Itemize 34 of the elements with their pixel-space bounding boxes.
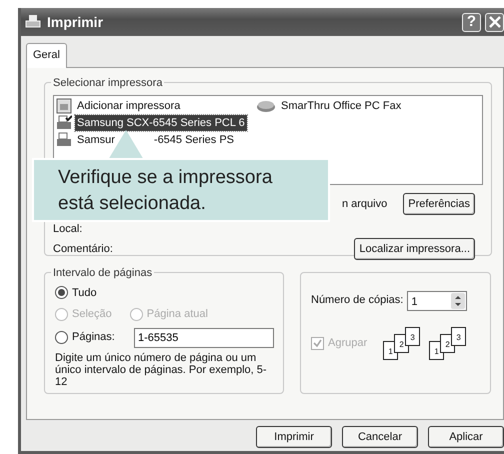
help-button[interactable]: ?: [462, 12, 481, 32]
window-title: Imprimir: [47, 12, 104, 32]
fax-icon: [256, 99, 276, 113]
printer-item[interactable]: Samsung SCX-6545 Series PCL 6: [75, 114, 247, 132]
printer-icon: [56, 132, 72, 148]
find-printer-button[interactable]: Localizar impressora...: [354, 238, 475, 260]
page-sheet: 3: [405, 326, 420, 346]
tab[interactable]: Geral: [26, 43, 67, 68]
radio-label[interactable]: Tudo: [72, 284, 97, 301]
dialog-button[interactable]: Imprimir: [256, 426, 332, 448]
group-title: Intervalo de páginas: [51, 264, 154, 281]
printer-item[interactable]: SmarThru Office PC Fax: [279, 98, 404, 114]
page-sheet: 3: [451, 326, 466, 346]
hint-text: Digite um único número de página ou um único intervalo de páginas. Por exemplo, 5-12: [55, 352, 268, 388]
comment-label: Comentário:: [53, 242, 113, 256]
printer-item[interactable]: Adicionar impressora: [75, 98, 182, 114]
dialog-button[interactable]: Cancelar: [342, 426, 418, 448]
print-to-file-label: n arquivo: [342, 196, 388, 212]
location-label: Local:: [53, 223, 82, 235]
close-button[interactable]: [485, 12, 504, 32]
radio-button[interactable]: [55, 286, 68, 300]
add-printer-icon: [56, 98, 72, 114]
printer-item[interactable]: Samsur: [75, 132, 117, 148]
copies-spinner[interactable]: 1: [407, 290, 468, 310]
printer-item[interactable]: -6545 Series PS: [152, 132, 236, 148]
copies-label: Número de cópias:: [311, 293, 404, 308]
radio-button[interactable]: [55, 331, 68, 344]
printer-icon: [25, 14, 41, 30]
dialog-button[interactable]: Aplicar: [428, 426, 504, 448]
radio-label[interactable]: Páginas:: [72, 329, 130, 346]
close-icon: [488, 16, 500, 28]
pages-field[interactable]: 1-65535: [134, 328, 274, 348]
preferences-button[interactable]: Preferências: [403, 192, 475, 215]
spinner-arrows-icon: [450, 292, 466, 310]
